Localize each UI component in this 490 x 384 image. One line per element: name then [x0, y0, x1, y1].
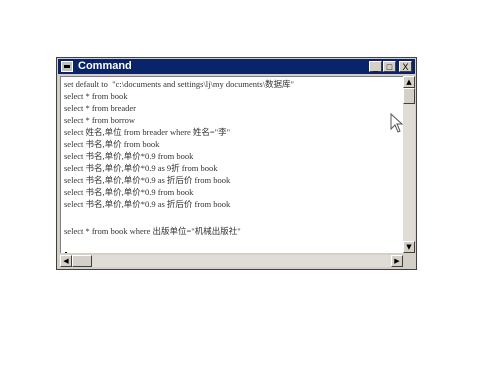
scroll-up-arrow-icon[interactable]: ▲ [403, 76, 415, 88]
vertical-scroll-thumb[interactable] [403, 88, 415, 104]
command-line: select 书名,单价,单价*0.9 as 9折 from book [64, 163, 218, 173]
command-line: select 书名,单价,单价*0.9 from book [64, 187, 194, 197]
text-caret [65, 252, 67, 253]
scroll-down-arrow-icon[interactable]: ▼ [403, 241, 415, 253]
command-line: select 书名,单价,单价*0.9 from book [64, 151, 194, 161]
command-line: select 书名,单价,单价*0.9 as 折后价 from book [64, 175, 231, 185]
scrollbar-corner [403, 255, 415, 267]
command-text-area[interactable]: set default to "c:\documents and setting… [60, 76, 404, 253]
title-bar[interactable]: Command _ □ X [58, 59, 415, 74]
horizontal-scroll-thumb[interactable] [72, 255, 92, 267]
command-line: select 书名,单价,单价*0.9 as 折后价 from book [64, 199, 231, 209]
maximize-button[interactable]: □ [383, 61, 396, 72]
command-line: select * from borrow [64, 115, 136, 125]
mouse-pointer-icon [390, 113, 404, 133]
command-line: set default to "c:\documents and setting… [64, 79, 295, 89]
command-line: select 书名,单价 from book [64, 139, 160, 149]
close-button[interactable]: X [399, 61, 412, 72]
horizontal-scrollbar[interactable]: ◀ ▶ [60, 255, 403, 267]
command-line: select * from book [64, 91, 128, 101]
command-line: select 姓名,单位 from breader where 姓名="李" [64, 127, 231, 137]
window-title: Command [78, 60, 132, 72]
command-line: select * from breader [64, 103, 136, 113]
vertical-scrollbar[interactable]: ▲ ▼ [403, 76, 415, 253]
minimize-button[interactable]: _ [369, 61, 382, 72]
command-line: select * from book where 出版单位="机械出版社" [64, 226, 241, 236]
command-window: Command _ □ X set default to "c:\documen… [56, 57, 417, 270]
scroll-left-arrow-icon[interactable]: ◀ [60, 255, 72, 267]
console-window-icon [61, 61, 73, 72]
scroll-right-arrow-icon[interactable]: ▶ [391, 255, 403, 267]
